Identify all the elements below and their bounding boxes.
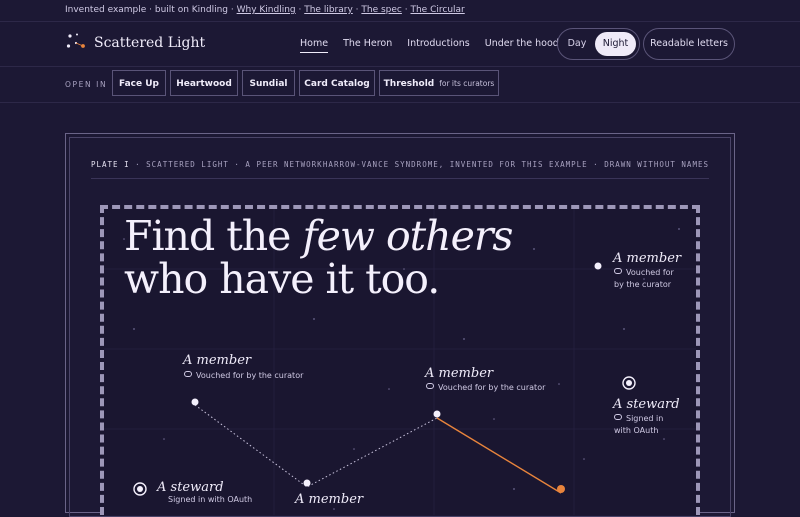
oauth-icon xyxy=(614,414,622,420)
node-title[interactable]: A member xyxy=(613,251,681,266)
member-node-dot xyxy=(303,479,311,487)
vouch-icon xyxy=(184,371,192,377)
node-subtitle: Signed in with OAuth xyxy=(614,414,664,435)
vouch-icon xyxy=(426,383,434,389)
node-title[interactable]: A member xyxy=(425,366,493,381)
node-subtitle: Vouched for by the curator xyxy=(426,382,545,394)
node-title[interactable]: A steward xyxy=(157,480,224,495)
hero-heading: Find the few others who have it too. xyxy=(124,212,513,303)
steward-node-dot xyxy=(626,380,632,386)
accent-node-dot xyxy=(557,485,565,493)
heading-line2: who have it too. xyxy=(124,255,440,303)
member-node-dot xyxy=(433,410,441,418)
steward-node-dot xyxy=(137,486,143,492)
node-title[interactable]: A steward xyxy=(613,397,680,412)
node-subtitle: Vouched for by the curator xyxy=(184,370,303,382)
heading-italic: few others xyxy=(302,212,513,260)
member-node-dot xyxy=(594,262,602,270)
node-title[interactable]: A member xyxy=(183,353,251,368)
node-subtitle: Signed in with OAuth xyxy=(168,495,253,504)
vouch-icon xyxy=(614,268,622,274)
node-subtitle: Vouched for by the curator xyxy=(614,268,674,289)
heading-part1: Find the xyxy=(124,212,303,260)
member-node-dot xyxy=(191,398,199,406)
